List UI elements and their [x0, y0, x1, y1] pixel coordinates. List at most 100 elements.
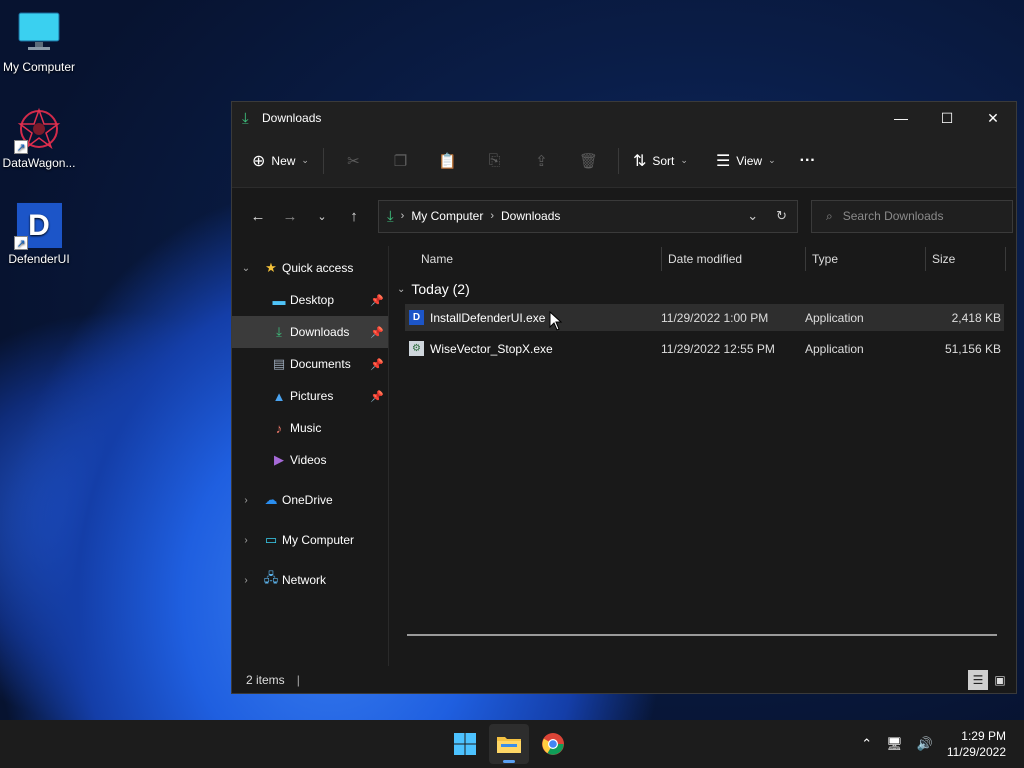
- desktop-icon-my-computer[interactable]: My Computer: [0, 10, 78, 74]
- desktop-icon-datawagon[interactable]: ↗ DataWagon...: [0, 106, 78, 170]
- sidebar-item-label: Network: [282, 573, 327, 587]
- column-header-type[interactable]: Type: [806, 247, 926, 271]
- star-icon: ★: [265, 260, 277, 275]
- delete-icon[interactable]: 🗑: [565, 145, 612, 177]
- sidebar-item-videos[interactable]: ▶ Videos: [232, 444, 388, 476]
- desktop-icon-label: My Computer: [2, 60, 76, 74]
- file-size: 2,418 KB: [951, 310, 1001, 325]
- column-label: Size: [932, 252, 956, 266]
- expand-chevron-icon[interactable]: ›: [232, 535, 260, 546]
- monitor-icon: [16, 10, 62, 56]
- close-button[interactable]: ✕: [970, 102, 1016, 134]
- back-arrow-icon[interactable]: ←: [242, 202, 274, 230]
- taskbar-chrome[interactable]: [533, 724, 573, 764]
- horizontal-scrollbar[interactable]: [407, 634, 997, 636]
- file-type: Application: [805, 341, 864, 356]
- chevron-down-icon: ⌄: [397, 283, 406, 295]
- column-header-date[interactable]: Date modified: [662, 247, 806, 271]
- address-bar[interactable]: ⤓ › My Computer › Downloads ⌄ ↻: [378, 199, 798, 233]
- sidebar-item-label: Music: [290, 421, 322, 435]
- address-history-chevron-icon[interactable]: ⌄: [747, 208, 758, 224]
- file-date: 11/29/2022 12:55 PM: [661, 341, 775, 356]
- download-icon: ⤓: [387, 207, 394, 225]
- sidebar-item-label: Documents: [290, 357, 351, 371]
- minimize-button[interactable]: —: [878, 102, 924, 134]
- large-icons-view-icon[interactable]: ▣: [990, 670, 1010, 690]
- column-header-name[interactable]: Name: [389, 247, 662, 271]
- recent-locations-chevron-icon[interactable]: ⌄: [306, 202, 338, 230]
- download-icon: ⤓: [242, 109, 249, 127]
- pin-icon: 📌: [370, 358, 384, 371]
- up-arrow-icon[interactable]: ↑: [338, 202, 370, 230]
- desktop-icon-label: DataWagon...: [2, 156, 76, 170]
- title-bar[interactable]: ⤓ Downloads — ☐ ✕: [232, 102, 1016, 134]
- sidebar-item-label: Quick access: [282, 261, 354, 275]
- chrome-icon: [542, 733, 564, 755]
- file-list-pane: Name Date modified Type Size ⌄ Today (2)…: [389, 246, 1016, 666]
- sidebar-item-onedrive[interactable]: › ☁ OneDrive: [232, 484, 388, 516]
- view-button[interactable]: ☰ View ⌄: [708, 145, 784, 177]
- sidebar-item-music[interactable]: ♪ Music: [232, 412, 388, 444]
- sidebar-item-desktop[interactable]: ▬ Desktop 📌: [232, 284, 388, 316]
- breadcrumb-my-computer[interactable]: My Computer: [411, 209, 483, 223]
- desktop-folder-icon: ▬: [272, 292, 286, 308]
- file-row[interactable]: D InstallDefenderUI.exe 11/29/2022 1:00 …: [405, 304, 1004, 331]
- shortcut-arrow-icon: ↗: [14, 140, 28, 154]
- rename-icon[interactable]: ⎘: [471, 145, 518, 177]
- volume-icon[interactable]: 🔊: [917, 736, 933, 752]
- refresh-icon[interactable]: ↻: [776, 208, 787, 224]
- paste-icon[interactable]: 📋: [424, 145, 471, 177]
- forward-arrow-icon[interactable]: →: [274, 202, 306, 230]
- cloud-icon: ☁: [264, 492, 278, 507]
- breadcrumb-downloads[interactable]: Downloads: [501, 209, 560, 223]
- sidebar-item-network[interactable]: › 🖧 Network: [232, 564, 388, 596]
- navigation-row: ← → ⌄ ↑ ⤓ › My Computer › Downloads ⌄ ↻ …: [232, 188, 1016, 244]
- column-label: Type: [812, 252, 839, 266]
- desktop-icon-defenderui[interactable]: D ↗ DefenderUI: [0, 202, 78, 266]
- videos-icon: ▶: [274, 452, 284, 467]
- sidebar-item-pictures[interactable]: ▲ Pictures 📌: [232, 380, 388, 412]
- file-row[interactable]: ⚙ WiseVector_StopX.exe 11/29/2022 12:55 …: [405, 335, 1004, 362]
- installer-file-icon: ⚙: [409, 341, 424, 356]
- system-tray: ⌃ 🖥 🔊 1:29 PM 11/29/2022: [861, 720, 1024, 768]
- sidebar-item-documents[interactable]: ▤ Documents 📌: [232, 348, 388, 380]
- taskbar-file-explorer[interactable]: [489, 724, 529, 764]
- start-button[interactable]: [445, 724, 485, 764]
- search-icon: ⌕: [826, 208, 833, 223]
- monitor-icon: ▭: [264, 532, 278, 547]
- new-label: New: [271, 153, 296, 168]
- network-icon: 🖧: [263, 570, 279, 585]
- sidebar-item-label: Pictures: [290, 389, 334, 403]
- search-placeholder: Search Downloads: [842, 209, 944, 223]
- folder-icon: [497, 737, 521, 753]
- network-icon[interactable]: 🖥: [886, 736, 903, 752]
- chevron-down-icon: ⌄: [768, 155, 776, 165]
- maximize-button[interactable]: ☐: [924, 102, 970, 134]
- breadcrumb-separator-icon: ›: [490, 210, 495, 222]
- column-header-size[interactable]: Size: [926, 247, 1006, 271]
- sidebar-item-label: My Computer: [282, 533, 355, 547]
- sort-button[interactable]: ⇅ Sort ⌄: [625, 145, 696, 177]
- share-icon[interactable]: ⇪: [518, 145, 565, 177]
- copy-icon[interactable]: ❐: [377, 145, 424, 177]
- windows-logo-icon: [454, 733, 476, 755]
- new-button[interactable]: ⊕ New ⌄: [244, 145, 317, 177]
- details-view-icon[interactable]: ☰: [968, 669, 988, 690]
- clock-date: 11/29/2022: [946, 745, 1006, 759]
- cut-icon[interactable]: ✂: [330, 145, 377, 177]
- expand-chevron-icon[interactable]: ⌄: [232, 263, 260, 274]
- clock[interactable]: 1:29 PM 11/29/2022: [947, 728, 1006, 760]
- pictures-icon: ▲: [272, 388, 286, 404]
- chevron-up-icon[interactable]: ⌃: [861, 736, 872, 752]
- search-box[interactable]: ⌕ Search Downloads: [811, 199, 1013, 233]
- sidebar-quick-access[interactable]: ⌄ ★ Quick access: [232, 252, 388, 284]
- document-icon: ▤: [272, 356, 286, 371]
- sidebar-item-downloads[interactable]: ⤓ Downloads 📌: [232, 316, 388, 348]
- expand-chevron-icon[interactable]: ›: [232, 575, 260, 586]
- more-options-button[interactable]: ···: [792, 145, 824, 177]
- group-header-today[interactable]: ⌄ Today (2): [389, 274, 1016, 304]
- sidebar-item-my-computer[interactable]: › ▭ My Computer: [232, 524, 388, 556]
- defenderui-file-icon: D: [409, 310, 424, 325]
- desktop-icon-label: DefenderUI: [8, 252, 70, 266]
- expand-chevron-icon[interactable]: ›: [232, 495, 260, 506]
